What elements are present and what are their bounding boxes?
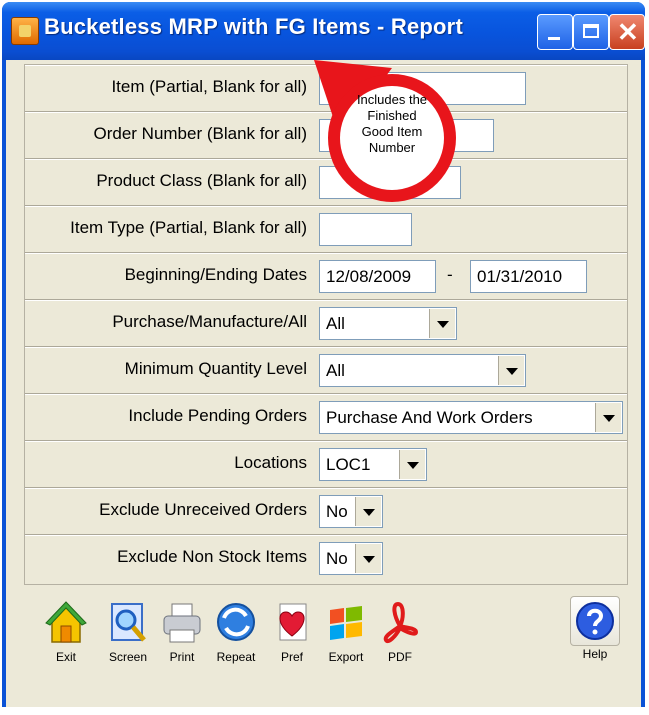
pref-label: Pref — [280, 650, 303, 664]
callout-line: Includes the — [356, 92, 428, 107]
pending-orders-value: Purchase And Work Orders — [326, 408, 533, 427]
minimize-button[interactable] — [537, 14, 573, 50]
dates-label: Beginning/Ending Dates — [124, 265, 307, 284]
chevron-down-icon[interactable] — [399, 450, 425, 479]
chevron-down-icon[interactable] — [355, 497, 381, 526]
app-icon[interactable] — [11, 17, 39, 45]
end-date-input[interactable]: 01/31/2010 — [470, 260, 587, 293]
exit-label: Exit — [55, 650, 76, 664]
pdf-button[interactable]: PDF — [372, 600, 428, 664]
row-exclude-unreceived: Exclude Unreceived Orders No — [25, 488, 627, 535]
exclude-unreceived-select[interactable]: No — [319, 495, 383, 528]
min-qty-label: Minimum Quantity Level — [124, 359, 307, 378]
heart-document-icon — [279, 603, 307, 641]
item-label: Item (Partial, Blank for all) — [111, 77, 307, 96]
callout-text: Includes the Finished Good Item Number — [344, 92, 440, 156]
chevron-down-icon[interactable] — [498, 356, 524, 385]
minimize-icon — [548, 37, 560, 40]
pdf-icon — [383, 601, 419, 643]
print-button[interactable]: Print — [154, 600, 210, 664]
export-button[interactable]: Export — [318, 600, 374, 664]
help-label: Help — [582, 647, 608, 661]
purchase-manufacture-label: Purchase/Manufacture/All — [112, 312, 307, 331]
repeat-icon — [217, 603, 255, 641]
pdf-label: PDF — [388, 650, 412, 664]
exit-button[interactable]: Exit — [38, 600, 94, 664]
screen-label: Screen — [108, 650, 148, 664]
locations-value: LOC1 — [326, 455, 371, 474]
toolbar: Exit Screen Print Repeat Pref Export PDF… — [6, 596, 641, 707]
close-button[interactable]: ✕ — [609, 14, 645, 50]
callout-line: Number — [368, 140, 416, 155]
exclude-nonstock-value: No — [326, 549, 348, 568]
chevron-down-icon[interactable] — [595, 403, 621, 432]
callout-line: Finished — [367, 108, 417, 123]
title-bar[interactable]: Bucketless MRP with FG Items - Report ✕ — [2, 2, 645, 60]
begin-date-input[interactable]: 12/08/2009 — [319, 260, 436, 293]
maximize-icon — [583, 24, 599, 38]
min-qty-value: All — [326, 361, 345, 380]
printer-icon — [163, 603, 201, 643]
print-label: Print — [169, 650, 195, 664]
pref-button[interactable]: Pref — [264, 600, 320, 664]
window-title: Bucketless MRP with FG Items - Report — [44, 14, 463, 39]
pending-orders-select[interactable]: Purchase And Work Orders — [319, 401, 623, 434]
product-class-label: Product Class (Blank for all) — [96, 171, 307, 190]
chevron-down-icon[interactable] — [355, 544, 381, 573]
home-icon — [45, 601, 87, 643]
row-purchase-manufacture: Purchase/Manufacture/All All — [25, 300, 627, 347]
locations-label: Locations — [234, 453, 307, 472]
exclude-nonstock-label: Exclude Non Stock Items — [117, 547, 307, 566]
chevron-down-icon[interactable] — [429, 309, 455, 338]
callout-line: Good Item — [361, 124, 423, 139]
repeat-label: Repeat — [216, 650, 256, 664]
export-label: Export — [328, 650, 364, 664]
min-qty-select[interactable]: All — [319, 354, 526, 387]
row-pending-orders: Include Pending Orders Purchase And Work… — [25, 394, 627, 441]
row-dates: Beginning/Ending Dates 12/08/2009 - 01/3… — [25, 253, 627, 300]
exclude-unreceived-value: No — [326, 502, 348, 521]
item-type-label: Item Type (Partial, Blank for all) — [70, 218, 307, 237]
magnifier-icon — [111, 603, 146, 642]
order-number-label: Order Number (Blank for all) — [93, 124, 307, 143]
exclude-unreceived-label: Exclude Unreceived Orders — [99, 500, 307, 519]
row-min-qty: Minimum Quantity Level All — [25, 347, 627, 394]
windows-flag-icon — [330, 606, 362, 640]
maximize-button[interactable] — [573, 14, 609, 50]
row-locations: Locations LOC1 — [25, 441, 627, 488]
exclude-nonstock-select[interactable]: No — [319, 542, 383, 575]
locations-select[interactable]: LOC1 — [319, 448, 427, 481]
repeat-button[interactable]: Repeat — [208, 600, 264, 664]
screen-button[interactable]: Screen — [100, 600, 156, 664]
close-icon: ✕ — [617, 17, 639, 47]
help-button[interactable] — [570, 596, 620, 646]
purchase-manufacture-select[interactable]: All — [319, 307, 457, 340]
pending-orders-label: Include Pending Orders — [128, 406, 307, 425]
row-exclude-nonstock: Exclude Non Stock Items No — [25, 535, 627, 582]
date-separator: - — [447, 265, 453, 284]
purchase-manufacture-value: All — [326, 314, 345, 333]
help-icon — [576, 602, 614, 640]
